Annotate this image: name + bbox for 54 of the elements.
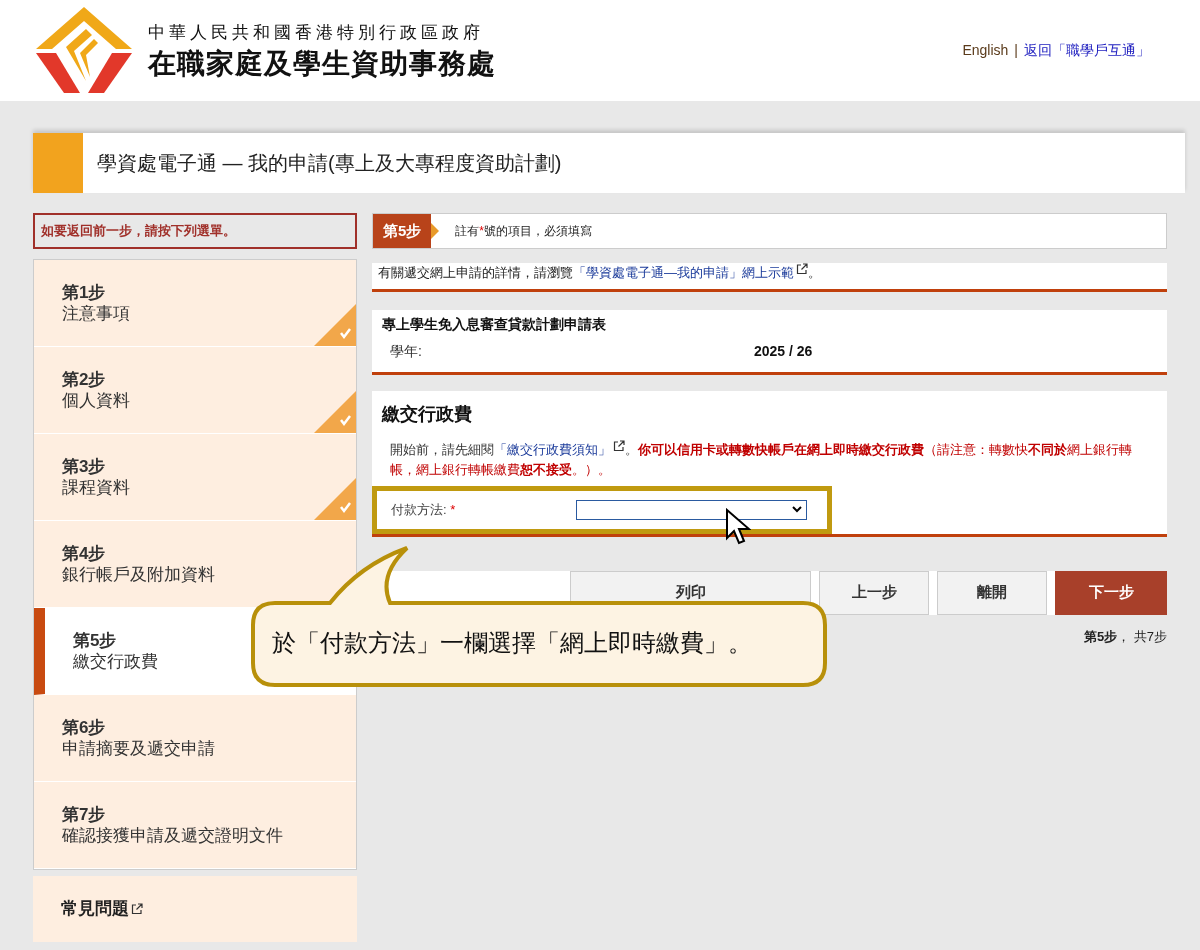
completed-check-icon [314,304,356,346]
step-badge: 第5步 [373,214,432,248]
external-link-icon [796,263,808,275]
next-button[interactable]: 下一步 [1055,570,1167,615]
nav-button[interactable]: 離開 [937,570,1048,615]
step-name: 申請摘要及遞交申請 [62,738,215,760]
page-title: 學資處電子通 — 我的申請(專上及大專程度資助計劃) [97,151,562,176]
external-link-icon [613,439,625,452]
step-menu-item[interactable]: 第1步 注意事項 [34,260,356,347]
nav-button[interactable]: 上一步 [819,570,930,615]
step-name: 課程資料 [62,477,130,499]
payment-method-select[interactable] [576,499,807,520]
step-menu-item[interactable]: 第3步 課程資料 [34,434,356,521]
return-link[interactable]: 返回「職學戶互通」 [1024,40,1150,61]
section-title: 繳交行政費 [380,402,473,426]
step-number: 第4步 [62,542,106,564]
step-name: 繳交行政費 [73,651,158,673]
step-name: 個人資料 [62,390,130,412]
dropdown-chevron-icon [792,506,802,513]
demo-info-text: 有關遞交網上申請的詳情，請瀏覽「學資處電子通—我的申請」網上示範 。 [378,263,822,282]
step-menu-item[interactable]: 第6步 申請摘要及遞交申請 [34,695,356,782]
badge-arrow-icon [431,223,440,239]
back-note: 如要返回前一步，請按下列選單。 [33,213,357,249]
fee-notice-link[interactable]: 「繳交行政費須知」 [494,441,611,457]
title-accent [33,133,83,193]
fee-notice-text: 開始前，請先細閱「繳交行政費須知」 。你可以信用卡或轉數快帳戶在網上即時繳交行政費（請注意：轉數快不同於網上銀行轉帳，網上銀行轉帳繳費恕不接受。）。 [389,439,1133,479]
step-number: 第3步 [62,455,106,477]
year-value: 2025 / 26 [754,341,813,361]
step-number: 第7步 [62,803,106,825]
year-label: 學年: [389,341,423,361]
step-number: 第1步 [62,281,106,303]
required-note: 註有*號的項目，必須填寫 [455,223,592,240]
progress-text: 第5步， 共7步 [1083,628,1167,644]
demo-link[interactable]: 「學資處電子通—我的申請」網上示範 [573,265,794,280]
step-name: 銀行帳戶及附加資料 [62,564,215,586]
step-menu-item[interactable]: 第4步 銀行帳戶及附加資料 [34,521,356,608]
government-name: 中華人民共和國香港特別行政區政府 [148,22,485,45]
faq-item[interactable]: 常見問題 [33,876,357,942]
step-menu-item[interactable]: 第7步 確認接獲申請及遞交證明文件 [34,782,356,869]
external-link-icon [131,903,143,915]
language-link[interactable]: English [962,40,1009,61]
agency-name: 在職家庭及學生資助事務處 [148,46,496,81]
step-menu-item[interactable]: 第2步 個人資料 [34,347,356,434]
agency-logo-icon [36,6,132,95]
step-number: 第2步 [62,368,106,390]
step-number: 第5步 [73,629,117,651]
completed-check-icon [314,478,356,520]
completed-check-icon [314,391,356,433]
step-name: 確認接獲申請及遞交證明文件 [62,825,283,847]
step-name: 注意事項 [62,303,130,325]
form-title: 專上學生免入息審查貸款計劃申請表 [382,314,607,334]
payment-method-label: 付款方法: * [391,500,457,519]
step-number: 第6步 [62,716,106,738]
link-separator: | [1014,41,1018,60]
